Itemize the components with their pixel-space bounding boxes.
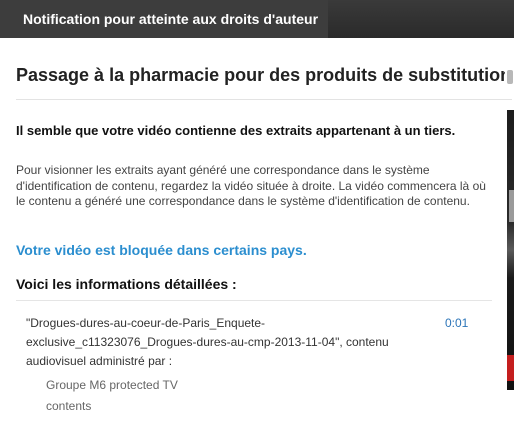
scrollbar[interactable] xyxy=(505,38,514,98)
content-owner: Groupe M6 protected TV contents xyxy=(46,378,178,413)
match-heading: Il semble que votre vidéo contienne des … xyxy=(16,123,456,138)
video-progress-marker xyxy=(507,355,514,381)
match-timestamp-link[interactable]: 0:01 xyxy=(445,314,468,333)
blocked-countries-link[interactable]: Votre vidéo est bloquée dans certains pa… xyxy=(16,242,307,258)
top-bar: Notification pour atteinte aux droits d'… xyxy=(0,0,514,38)
video-player[interactable] xyxy=(507,110,514,390)
video-frame-detail xyxy=(509,190,514,222)
copyright-notice-page: Notification pour atteinte aux droits d'… xyxy=(0,0,514,423)
details-heading: Voici les informations détaillées : xyxy=(16,276,237,292)
top-bar-fill xyxy=(328,0,514,38)
scrollbar-thumb[interactable] xyxy=(507,70,513,84)
notice-panel: Passage à la pharmacie pour des produits… xyxy=(0,38,514,423)
video-title: Passage à la pharmacie pour des produits… xyxy=(16,65,512,85)
tab-copyright-notification[interactable]: Notification pour atteinte aux droits d'… xyxy=(0,0,328,38)
details-divider xyxy=(16,300,492,301)
title-divider xyxy=(16,99,512,100)
match-description: Pour visionner les extraits ayant généré… xyxy=(16,163,486,208)
match-text: "Drogues-dures-au-coeur-de-Paris_Enquete… xyxy=(26,316,389,368)
